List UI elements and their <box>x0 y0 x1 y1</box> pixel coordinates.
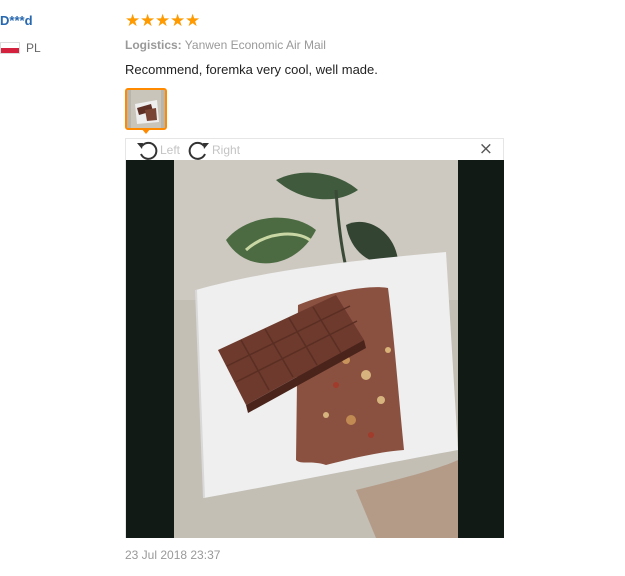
rotate-left-button[interactable]: Left <box>136 140 180 160</box>
review-text: Recommend, foremka very cool, well made. <box>125 62 378 77</box>
rotate-right-label: Right <box>212 142 241 157</box>
viewer-toolbar: Left Right × <box>126 139 503 160</box>
review-date: 23 Jul 2018 23:37 <box>125 548 221 562</box>
close-viewer-button[interactable]: × <box>479 141 493 158</box>
reviewer-country: PL <box>0 41 110 55</box>
rotate-right-button[interactable]: Right <box>188 140 240 160</box>
star-icon: ★ <box>170 10 186 31</box>
country-code: PL <box>26 41 41 55</box>
star-icon: ★ <box>125 10 141 31</box>
rotate-left-icon <box>137 141 158 160</box>
rotate-right-icon <box>188 141 210 160</box>
logistics-label: Logistics: <box>125 38 182 52</box>
poland-flag-icon <box>0 42 20 54</box>
reviewer-info: D***d PL <box>0 13 110 55</box>
review-photo <box>126 160 504 538</box>
thumbnail-selected-caret <box>141 128 151 134</box>
review-photo-thumbnail[interactable] <box>125 88 167 130</box>
star-icon: ★ <box>185 10 201 31</box>
star-rating: ★ ★ ★ ★ ★ <box>125 12 505 30</box>
logistics-value: Yanwen Economic Air Mail <box>184 38 326 52</box>
rotate-left-label: Left <box>160 142 181 157</box>
logistics-info: Logistics: Yanwen Economic Air Mail <box>125 37 505 53</box>
reviewer-name: D***d <box>0 13 33 28</box>
photo-viewer: Left Right × <box>125 138 504 538</box>
star-icon: ★ <box>140 10 156 31</box>
review-content: ★ ★ ★ ★ ★ Logistics: Yanwen Economic Air… <box>125 12 505 78</box>
star-icon: ★ <box>155 10 171 31</box>
